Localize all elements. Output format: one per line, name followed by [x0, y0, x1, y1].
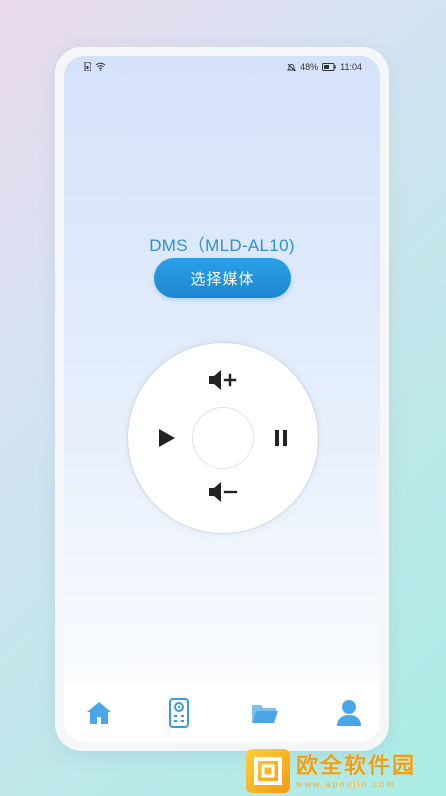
center-button[interactable] [192, 407, 254, 469]
device-name: DMS（MLD-AL10) [149, 236, 295, 255]
volume-down-icon [209, 482, 238, 502]
watermark-text: 欧全软件园 www.apoujin.com [296, 752, 417, 789]
status-bar: 48% 11:04 [84, 62, 362, 76]
wifi-icon [95, 62, 106, 71]
tab-profile[interactable] [332, 696, 366, 730]
volume-down-button[interactable] [203, 475, 243, 509]
play-icon [159, 429, 175, 447]
volume-up-icon [209, 370, 237, 390]
pause-button[interactable] [264, 421, 298, 455]
select-media-button[interactable]: 选择媒体 [154, 258, 291, 298]
watermark-logo-icon [246, 749, 290, 793]
tab-folder[interactable] [248, 696, 282, 730]
bottom-tab-bar [64, 686, 380, 742]
tab-remote[interactable] [162, 696, 196, 730]
watermark-title: 欧全软件园 [296, 752, 417, 778]
remote-control-pad [127, 342, 319, 534]
volume-up-button[interactable] [203, 363, 243, 397]
folder-icon [252, 705, 278, 723]
mute-icon [287, 63, 297, 71]
status-right: 48% 11:04 [287, 62, 362, 72]
status-left [84, 62, 106, 71]
sim-icon [84, 62, 91, 71]
user-icon [337, 700, 361, 726]
app-screen: 48% 11:04 DMS（MLD-AL10) 选择媒体 [64, 56, 380, 742]
tab-home[interactable] [82, 696, 116, 730]
battery-percent: 48% [300, 62, 319, 72]
remote-icon [169, 698, 189, 728]
battery-icon [322, 63, 336, 71]
watermark-url: www.apoujin.com [296, 778, 397, 789]
home-icon [87, 702, 111, 724]
clock: 11:04 [340, 62, 362, 72]
play-button[interactable] [150, 421, 184, 455]
watermark: 欧全软件园 www.apoujin.com [246, 748, 442, 794]
pause-icon [275, 430, 287, 446]
phone-frame: 48% 11:04 DMS（MLD-AL10) 选择媒体 [56, 48, 388, 750]
